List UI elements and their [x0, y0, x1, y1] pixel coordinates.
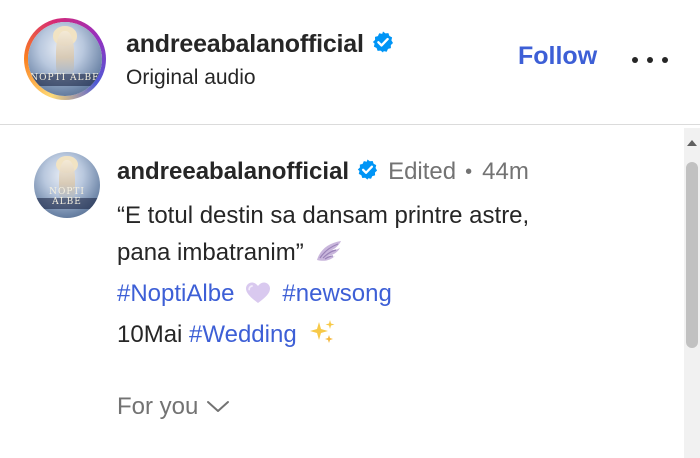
caption-line-4: 10Mai #Wedding — [117, 316, 657, 357]
chevron-down-icon — [207, 401, 230, 412]
follow-button[interactable]: Follow — [518, 42, 597, 71]
hashtag-link[interactable]: #NoptiAlbe — [117, 280, 234, 307]
hashtag-link[interactable]: #newsong — [282, 280, 391, 307]
post-header: NOPTI ALBE andreeabalanofficial Original… — [0, 0, 700, 125]
caption-line-1: “E totul destin sa dansam printre astre, — [117, 202, 530, 229]
more-options-icon[interactable] — [632, 48, 668, 72]
more-dot — [647, 57, 653, 63]
avatar[interactable]: NOPTI ALBE — [28, 22, 102, 96]
original-audio-label[interactable]: Original audio — [126, 66, 256, 90]
for-you-label: For you — [117, 393, 199, 420]
caption-line-3: #NoptiAlbe #newsong — [117, 275, 657, 316]
username-link[interactable]: andreeabalanofficial — [126, 30, 364, 59]
edited-label: Edited — [388, 158, 457, 185]
comment-meta-row: andreeabalanofficial Edited • 44m — [117, 157, 529, 187]
caption-date-text: 10Mai — [117, 321, 183, 348]
comment-username-link[interactable]: andreeabalanofficial — [117, 158, 349, 186]
more-dot — [662, 57, 668, 63]
light-purple-heart-icon — [244, 279, 272, 316]
header-name-row: andreeabalanofficial — [126, 28, 395, 60]
meta-separator: • — [465, 160, 473, 183]
verified-badge-icon — [371, 30, 395, 59]
caption-line-2-text: pana imbatranim” — [117, 239, 304, 266]
sparkles-icon — [307, 318, 337, 357]
scrollbar[interactable] — [684, 128, 700, 458]
post-timestamp[interactable]: 44m — [482, 158, 529, 186]
avatar-figure — [56, 30, 74, 76]
avatar-text: NOPTI ALBE — [49, 186, 85, 207]
wing-emoji-icon — [314, 238, 344, 275]
hashtag-link[interactable]: #Wedding — [189, 321, 297, 348]
for-you-dropdown[interactable]: For you — [117, 393, 230, 421]
comment-avatar[interactable]: NOPTI ALBE — [34, 152, 100, 218]
story-ring[interactable]: NOPTI ALBE — [24, 18, 106, 100]
verified-badge-icon — [356, 158, 379, 186]
avatar-text: NOPTI ALBE — [30, 73, 100, 84]
more-dot — [632, 57, 638, 63]
scrollbar-thumb[interactable] — [686, 162, 698, 348]
caption-text: “E totul destin sa dansam printre astre,… — [117, 197, 657, 357]
caption-line-2: pana imbatranim” — [117, 234, 657, 275]
scroll-up-arrow-icon[interactable] — [684, 136, 700, 150]
threads-post-view: NOPTI ALBE andreeabalanofficial Original… — [0, 0, 700, 458]
